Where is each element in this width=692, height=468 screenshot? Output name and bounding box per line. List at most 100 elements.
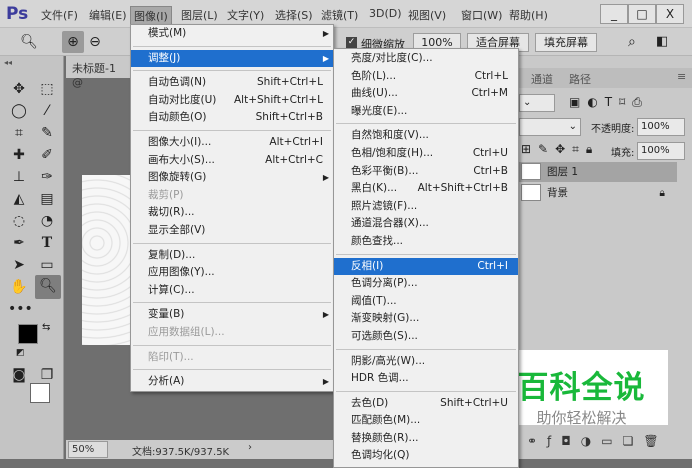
panel-menu-icon[interactable]: ≡ — [677, 70, 686, 83]
menu-item[interactable]: 色相/饱和度(H)... Ctrl+U — [334, 145, 518, 163]
pen-tool-icon[interactable]: ✒ — [8, 232, 30, 254]
zoom-level-field[interactable]: 50% — [68, 441, 108, 458]
menu-8[interactable]: 视图(V) — [405, 6, 449, 24]
layer-row-background[interactable]: 背景 🔒︎ — [519, 183, 677, 203]
tab-paths[interactable]: 路径 — [561, 70, 599, 88]
marquee-tool-icon[interactable]: ⬚ — [36, 78, 58, 100]
menu-7[interactable]: 3D(D) — [366, 6, 405, 21]
menu-item[interactable]: 照片滤镜(F)... — [334, 198, 518, 216]
screen-mode-icon[interactable]: ❐ — [36, 364, 58, 386]
menu-item[interactable]: 匹配颜色(M)... — [334, 412, 518, 430]
menu-5[interactable]: 选择(S) — [272, 6, 316, 24]
menu-item[interactable]: 曝光度(E)... — [334, 103, 518, 121]
opacity-field[interactable]: 100% — [637, 118, 685, 136]
status-arrow-icon[interactable]: › — [248, 442, 252, 453]
menu-2[interactable]: 图像(I) — [130, 6, 172, 26]
menu-item[interactable]: 复制(D)... — [131, 247, 333, 265]
more-tools-icon[interactable]: ••• — [8, 298, 33, 320]
menu-item[interactable]: 可选颜色(S)... — [334, 328, 518, 346]
blur-tool-icon[interactable]: ◌ — [8, 210, 30, 232]
workspace-icon[interactable]: ◧ — [656, 34, 668, 49]
menu-1[interactable]: 编辑(E) — [86, 6, 130, 24]
eyedropper-icon[interactable]: ✎ — [36, 122, 58, 144]
zoom-in-icon[interactable]: ⊕ — [62, 31, 84, 53]
menu-item[interactable]: 颜色查找... — [334, 233, 518, 251]
move-tool-icon[interactable]: ✥ — [8, 78, 30, 100]
menu-item[interactable]: 反相(I) Ctrl+I — [334, 257, 518, 276]
scrubby-zoom-checkbox[interactable]: ✓ — [346, 37, 357, 48]
maximize-button[interactable]: □ — [628, 4, 656, 24]
menu-item[interactable]: 分析(A) ▶ — [131, 373, 333, 391]
menu-item[interactable]: 计算(C)... — [131, 282, 333, 300]
stamp-tool-icon[interactable]: ⊥ — [8, 166, 30, 188]
healing-brush-icon[interactable]: ✚ — [8, 144, 30, 166]
menu-9[interactable]: 窗口(W) — [458, 6, 505, 24]
blend-mode-select[interactable]: ⌄ — [519, 118, 581, 136]
menu-item[interactable]: 画布大小(S)... Alt+Ctrl+C — [131, 152, 333, 170]
menu-item[interactable]: 图像大小(I)... Alt+Ctrl+I — [131, 134, 333, 152]
search-icon[interactable]: ⌕ — [628, 34, 636, 50]
layer-filter-select[interactable]: ⌄ — [519, 94, 555, 112]
menu-item[interactable]: 渐变映射(G)... — [334, 310, 518, 328]
collapse-icon[interactable]: ◂◂ — [4, 58, 12, 67]
lasso-tool-icon[interactable]: ◯ — [8, 100, 30, 122]
menu-0[interactable]: 文件(F) — [38, 6, 81, 24]
document-canvas[interactable] — [82, 175, 132, 345]
dodge-tool-icon[interactable]: ◔ — [36, 210, 58, 232]
brush-tool-icon[interactable]: ✐ — [36, 144, 58, 166]
menu-item[interactable]: 亮度/对比度(C)... — [334, 50, 518, 68]
menu-item[interactable]: 应用图像(Y)... — [131, 264, 333, 282]
menu-item[interactable]: 图像旋转(G) ▶ — [131, 169, 333, 187]
menu-10[interactable]: 帮助(H) — [506, 6, 551, 24]
crop-tool-icon[interactable]: ⌗ — [8, 122, 30, 144]
tab-channels[interactable]: 通道 — [523, 70, 561, 88]
menu-item[interactable]: 自动对比度(U) Alt+Shift+Ctrl+L — [131, 92, 333, 110]
minimize-button[interactable]: _ — [600, 4, 628, 24]
hand-tool-icon[interactable]: ✋ — [8, 276, 30, 298]
document-tab[interactable]: 未标题-1 @ — [66, 56, 136, 89]
menu-item[interactable]: 裁切(R)... — [131, 204, 333, 222]
history-brush-icon[interactable]: ✑ — [36, 166, 58, 188]
menu-item[interactable]: 变量(B) ▶ — [131, 306, 333, 324]
menu-3[interactable]: 图层(L) — [178, 6, 221, 24]
zoom-out-icon[interactable]: ⊖ — [84, 31, 106, 53]
layer-filter-icons[interactable]: ▣◐T⌑⎙ — [569, 95, 649, 110]
zoom-tool-preset-icon[interactable]: 🔍︎ — [18, 31, 40, 53]
menu-item[interactable]: 曲线(U)... Ctrl+M — [334, 85, 518, 103]
fill-field[interactable]: 100% — [637, 142, 685, 160]
default-colors-icon[interactable]: ◩ — [16, 348, 25, 358]
menu-item[interactable]: 色调均化(Q) — [334, 447, 518, 465]
type-tool-icon[interactable]: T — [36, 232, 58, 254]
menu-item[interactable]: 阴影/高光(W)... — [334, 353, 518, 371]
menu-item[interactable]: 模式(M) ▶ — [131, 25, 333, 43]
foreground-color-swatch[interactable] — [18, 324, 38, 344]
magic-wand-icon[interactable]: ⁄ — [36, 100, 58, 122]
eraser-tool-icon[interactable]: ◭ — [8, 188, 30, 210]
menu-item[interactable]: 阈值(T)... — [334, 293, 518, 311]
menu-item[interactable]: 替换颜色(R)... — [334, 430, 518, 448]
layer-actions[interactable]: ⚭ƒ◘◑▭❏🗑︎ — [527, 434, 669, 448]
menu-item[interactable]: 调整(J) ▶ — [131, 49, 333, 68]
menu-6[interactable]: 滤镜(T) — [318, 6, 361, 24]
menu-item[interactable]: 自然饱和度(V)... — [334, 127, 518, 145]
path-select-icon[interactable]: ➤ — [8, 254, 30, 276]
menu-item[interactable]: 显示全部(V) — [131, 222, 333, 240]
menu-item[interactable]: 通道混合器(X)... — [334, 215, 518, 233]
layer-row-layer1[interactable]: 图层 1 — [519, 162, 677, 182]
menu-item[interactable]: 色调分离(P)... — [334, 275, 518, 293]
menu-4[interactable]: 文字(Y) — [224, 6, 267, 24]
menu-item[interactable]: 色彩平衡(B)... Ctrl+B — [334, 163, 518, 181]
zoom-tool-icon[interactable]: 🔍︎ — [35, 275, 61, 299]
menu-item[interactable]: HDR 色调... — [334, 370, 518, 388]
lock-icons[interactable]: ⊞✎✥⌗🔒︎ — [521, 142, 599, 157]
fill-screen-button[interactable]: 填充屏幕 — [535, 33, 597, 52]
gradient-tool-icon[interactable]: ▤ — [36, 188, 58, 210]
close-button[interactable]: X — [656, 4, 684, 24]
background-color-swatch[interactable] — [30, 383, 50, 403]
rectangle-tool-icon[interactable]: ▭ — [36, 254, 58, 276]
swap-colors-icon[interactable]: ⇆ — [42, 322, 50, 333]
menu-item[interactable]: 去色(D) Shift+Ctrl+U — [334, 395, 518, 413]
menu-item[interactable]: 色阶(L)... Ctrl+L — [334, 68, 518, 86]
menu-item[interactable]: 自动颜色(O) Shift+Ctrl+B — [131, 109, 333, 127]
menu-item[interactable]: 黑白(K)... Alt+Shift+Ctrl+B — [334, 180, 518, 198]
